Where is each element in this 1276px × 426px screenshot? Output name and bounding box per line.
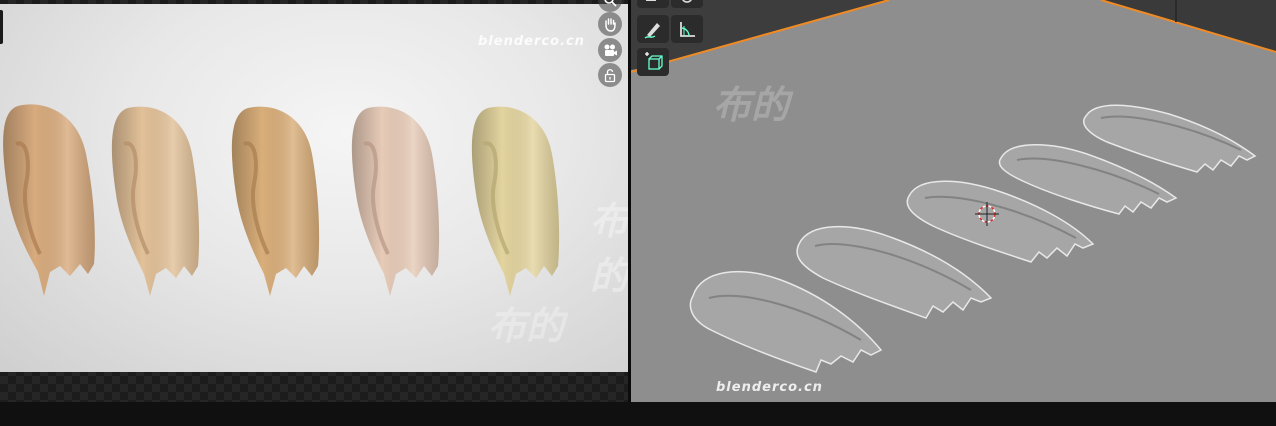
swatch-5 xyxy=(471,106,560,296)
measure-icon xyxy=(680,22,695,37)
add-cube-tool-button[interactable] xyxy=(637,48,669,76)
rotate-icon xyxy=(682,0,692,3)
tool-top-cut-2[interactable] xyxy=(671,0,703,8)
add-cube-icon xyxy=(645,52,663,70)
watermark-url: blenderco.cn xyxy=(478,34,585,49)
measure-tool-button[interactable] xyxy=(671,15,703,43)
watermark-chinese-2: 布的 xyxy=(488,304,565,348)
zoom-icon xyxy=(604,0,617,7)
transform-icon xyxy=(646,0,656,1)
3d-viewport[interactable]: 布的 blenderco.cn xyxy=(631,0,1276,402)
render-viewport[interactable]: blenderco.cn 布的 布的 xyxy=(0,0,628,402)
pan-button[interactable] xyxy=(598,12,622,36)
watermark-chinese: 布的 xyxy=(590,199,628,298)
app-window: blenderco.cn 布的 布的 布的 blenderco.cn xyxy=(0,0,1276,426)
panel-edge-handle[interactable] xyxy=(0,10,3,44)
watermark-chinese-3d: 布的 xyxy=(713,83,790,127)
swatch-1 xyxy=(3,104,95,296)
viewport-scene xyxy=(631,0,1276,402)
lock-icon xyxy=(604,69,616,83)
status-bar xyxy=(0,402,1276,426)
camera-view-button[interactable] xyxy=(598,38,622,62)
hand-pan-icon xyxy=(605,18,616,32)
swatch-2 xyxy=(111,106,200,296)
lock-view-button[interactable] xyxy=(598,63,622,87)
swatch-3 xyxy=(231,106,320,296)
camera-icon xyxy=(604,44,617,56)
annotate-icon xyxy=(644,23,660,39)
tool-top-cut-1[interactable] xyxy=(637,0,669,8)
annotate-tool-button[interactable] xyxy=(637,15,669,43)
swatch-4 xyxy=(351,106,440,296)
watermark-url-3d: blenderco.cn xyxy=(716,380,823,395)
